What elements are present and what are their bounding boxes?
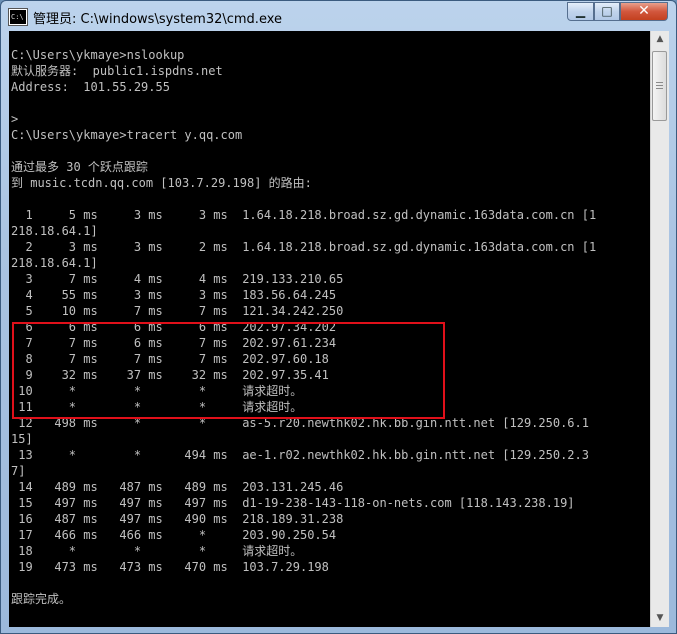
console-line: 16 487 ms 497 ms 490 ms 218.189.31.238: [11, 512, 344, 526]
console-line: 13 * * 494 ms ae-1.r02.newthk02.hk.bb.gi…: [11, 448, 589, 462]
cmd-icon[interactable]: C:\: [9, 9, 27, 25]
console-line: 5 10 ms 7 ms 7 ms 121.34.242.250: [11, 304, 344, 318]
console-line: 默认服务器: public1.ispdns.net: [11, 64, 223, 78]
cmd-window: C:\ 管理员: C:\windows\system32\cmd.exe ▁ □…: [0, 0, 677, 634]
console-line: 17 466 ms 466 ms * 203.90.250.54: [11, 528, 337, 542]
title-bar[interactable]: C:\ 管理员: C:\windows\system32\cmd.exe ▁ □…: [1, 1, 676, 31]
console-line: 1 5 ms 3 ms 3 ms 1.64.18.218.broad.sz.gd…: [11, 208, 597, 222]
console-line: 19 473 ms 473 ms 470 ms 103.7.29.198: [11, 560, 329, 574]
console-line: >: [11, 112, 19, 126]
minimize-button[interactable]: ▁: [567, 2, 594, 21]
console-line: C:\Users\ykmaye>tracert y.qq.com: [11, 128, 243, 142]
console-line: 4 55 ms 3 ms 3 ms 183.56.64.245: [11, 288, 337, 302]
console-line: 218.18.64.1]: [11, 256, 98, 270]
maximize-icon: □: [601, 4, 613, 18]
console-line: 14 489 ms 487 ms 489 ms 203.131.245.46: [11, 480, 344, 494]
console-line: C:\Users\ykmaye>nslookup: [11, 48, 185, 62]
maximize-button[interactable]: □: [594, 2, 620, 21]
scroll-thumb[interactable]: [652, 51, 667, 121]
highlight-box: [12, 322, 445, 419]
scroll-down-arrow-icon[interactable]: ▼: [651, 610, 669, 627]
console-line: 到 music.tcdn.qq.com [103.7.29.198] 的路由:: [11, 176, 312, 190]
grip-line: [656, 85, 663, 86]
close-button[interactable]: ✕: [620, 2, 668, 21]
window-title: 管理员: C:\windows\system32\cmd.exe: [33, 12, 282, 27]
console-line: 跟踪完成。: [11, 592, 72, 606]
console-line: 15 497 ms 497 ms 497 ms d1-19-238-143-11…: [11, 496, 575, 510]
grip-line: [656, 82, 663, 83]
console-line: 7]: [11, 464, 26, 478]
console-output[interactable]: C:\Users\ykmaye>nslookup 默认服务器: public1.i…: [9, 31, 650, 627]
console-line: 218.18.64.1]: [11, 224, 98, 238]
scroll-up-arrow-icon[interactable]: ▲: [651, 31, 669, 48]
console-line: 18 * * * 请求超时。: [11, 544, 303, 558]
vertical-scrollbar[interactable]: ▲ ▼: [650, 31, 669, 627]
console-line: 3 7 ms 4 ms 4 ms 219.133.210.65: [11, 272, 344, 286]
console-line: 15]: [11, 432, 33, 446]
minimize-icon: ▁: [575, 4, 586, 18]
grip-line: [656, 88, 663, 89]
console-line: 通过最多 30 个跃点跟踪: [11, 160, 148, 174]
console-line: 2 3 ms 3 ms 2 ms 1.64.18.218.broad.sz.gd…: [11, 240, 597, 254]
close-icon: ✕: [638, 3, 650, 19]
console-line: Address: 101.55.29.55: [11, 80, 170, 94]
